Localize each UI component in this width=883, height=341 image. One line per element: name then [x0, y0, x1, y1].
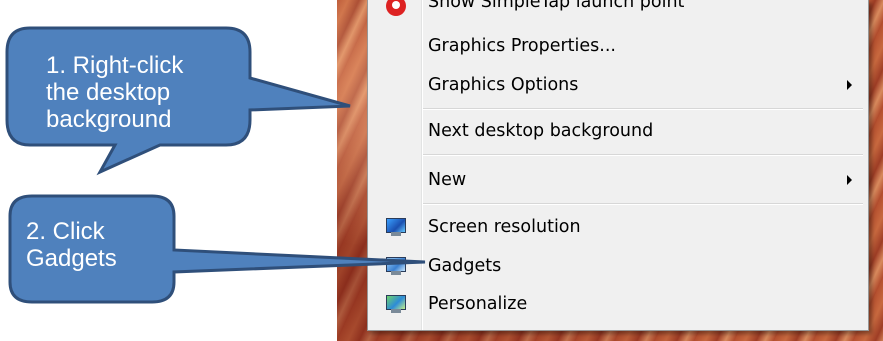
menu-item-label: Screen resolution — [428, 217, 581, 237]
callout-step1-text: 1. Right-click the desktop background — [46, 52, 184, 133]
menu-item-show-simpletap[interactable]: Show SimpleTap launch point — [368, 0, 868, 28]
desktop-context-menu: Show SimpleTap launch point Graphics Pro… — [367, 0, 869, 331]
simpletap-icon — [386, 0, 406, 16]
menu-item-graphics-properties[interactable]: Graphics Properties... — [368, 28, 868, 66]
menu-item-label: Show SimpleTap launch point — [428, 0, 685, 12]
gadgets-icon — [385, 257, 407, 275]
menu-item-label: Personalize — [428, 294, 528, 314]
menu-item-graphics-options[interactable]: Graphics Options — [368, 67, 868, 105]
screen-resolution-icon — [385, 218, 407, 236]
menu-item-new[interactable]: New — [368, 162, 868, 200]
menu-item-label: Graphics Options — [428, 75, 579, 95]
menu-item-next-desktop-background[interactable]: Next desktop background — [368, 113, 868, 151]
menu-item-screen-resolution[interactable]: Screen resolution — [368, 209, 868, 247]
menu-item-gadgets[interactable]: Gadgets — [368, 248, 868, 286]
menu-item-personalize[interactable]: Personalize — [368, 286, 868, 324]
menu-separator — [423, 108, 863, 110]
callout-step2-text: 2. Click Gadgets — [26, 218, 117, 272]
personalize-icon — [385, 295, 407, 313]
menu-separator — [423, 203, 863, 205]
menu-separator — [423, 154, 863, 156]
menu-item-label: Gadgets — [428, 256, 502, 276]
menu-item-label: New — [428, 170, 467, 190]
menu-item-label: Graphics Properties... — [428, 36, 616, 56]
submenu-arrow-icon — [847, 80, 852, 90]
submenu-arrow-icon — [847, 175, 852, 185]
menu-item-label: Next desktop background — [428, 121, 654, 141]
